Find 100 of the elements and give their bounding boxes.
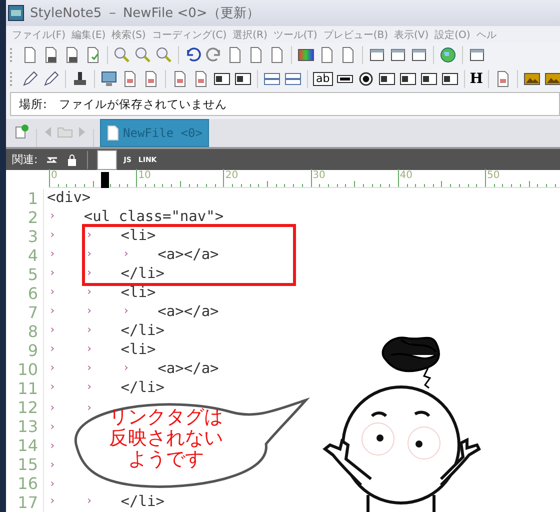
- code-text: <li>: [120, 228, 156, 244]
- tab-marker: ›: [84, 247, 94, 262]
- menu-item[interactable]: ファイル(F): [12, 28, 66, 42]
- speech-text: ようです: [128, 448, 204, 470]
- window-title: StyleNote5 － NewFile <0>（更新）: [30, 5, 260, 22]
- menu-item[interactable]: コーディング(C): [152, 28, 227, 42]
- tab-marker: ›: [48, 266, 57, 282]
- menu-item[interactable]: 検索(S): [112, 28, 146, 42]
- tab-marker: ›: [48, 228, 57, 244]
- line-number: 14: [6, 436, 44, 455]
- pencil-icon[interactable]: [21, 70, 39, 88]
- menu-item[interactable]: 表示(V): [394, 28, 429, 42]
- line-number: 7: [6, 302, 44, 322]
- tab-marker: ›: [84, 342, 94, 358]
- tab-marker: ›: [84, 380, 94, 396]
- tab-marker: ›: [84, 266, 94, 282]
- code-text: <li>: [120, 342, 156, 358]
- search-icon[interactable]: [134, 46, 152, 64]
- tab-marker: ›: [84, 304, 94, 320]
- search-icon[interactable]: [113, 46, 131, 64]
- redo-icon[interactable]: [205, 46, 223, 64]
- tab-marker: ›: [48, 304, 57, 320]
- pencil-icon[interactable]: [42, 70, 60, 88]
- menu-item[interactable]: ツール(T): [273, 28, 318, 42]
- tab-marker: ›: [48, 476, 57, 490]
- code-text: </li>: [120, 266, 164, 282]
- file-tab[interactable]: NewFile <0>: [100, 119, 210, 148]
- code-text: <li>: [120, 285, 156, 302]
- tab-marker: ›: [48, 285, 57, 300]
- menu-item[interactable]: 編集(E): [72, 28, 106, 42]
- location-label: 場所:: [19, 96, 47, 112]
- code-text: <ul class="nav">: [84, 209, 224, 226]
- lock-icon[interactable]: [66, 152, 78, 167]
- line-number: 2: [6, 208, 44, 227]
- search-icon[interactable]: [155, 46, 173, 64]
- tab-marker: ›: [84, 494, 94, 510]
- line-number: 16: [6, 474, 44, 493]
- undo-icon[interactable]: [184, 46, 202, 64]
- code-text: </li>: [120, 494, 164, 510]
- code-text: <a></a>: [158, 361, 219, 378]
- code-text: <a></a>: [158, 304, 219, 320]
- ruler-number: 10: [138, 170, 151, 182]
- cursor-marker: [101, 172, 109, 188]
- line-number: 4: [6, 246, 44, 265]
- line-number: 8: [6, 322, 44, 341]
- code-text: <div>: [47, 190, 91, 206]
- globe-icon[interactable]: [439, 46, 457, 64]
- tab-marker: ›: [84, 400, 94, 414]
- line-number: 1: [6, 188, 44, 208]
- code-text: <a></a>: [158, 247, 219, 264]
- tab-marker: ›: [48, 361, 57, 376]
- tab-marker: ›: [84, 361, 94, 376]
- radio-button-icon[interactable]: [356, 70, 375, 88]
- line-number: 12: [6, 398, 44, 417]
- tab-marker: ›: [48, 494, 57, 510]
- monitor-icon[interactable]: [100, 70, 118, 88]
- related-label: 関連:: [12, 152, 38, 168]
- tab-marker: ›: [48, 247, 57, 262]
- menu-item[interactable]: 設定(O): [434, 28, 470, 42]
- tab-marker: ›: [48, 438, 57, 452]
- tab-marker: ›: [122, 361, 130, 376]
- line-number: 13: [6, 416, 44, 436]
- ruler-number: 20: [225, 170, 238, 182]
- line-number: 11: [6, 378, 44, 398]
- tab-marker: ›: [84, 285, 94, 300]
- line-number: 15: [6, 454, 44, 474]
- line-number: 10: [6, 360, 44, 379]
- tab-marker: ›: [48, 458, 57, 471]
- stamp-icon[interactable]: [71, 70, 89, 88]
- heading-button[interactable]: H: [470, 70, 483, 87]
- text-field-button[interactable]: ab: [313, 72, 333, 86]
- color-swatch[interactable]: [96, 150, 117, 170]
- document-icon: [107, 125, 119, 142]
- speech-text: リンクタグは: [109, 406, 223, 428]
- line-number: 6: [6, 284, 44, 303]
- tab-marker: ›: [84, 228, 94, 244]
- line-number: 9: [6, 340, 44, 360]
- line-number: 17: [6, 492, 44, 512]
- tab-marker: ›: [122, 247, 130, 262]
- code-text: </li>: [120, 323, 164, 340]
- menu-item[interactable]: ヘル: [476, 28, 496, 42]
- tab-marker: ›: [48, 400, 57, 414]
- ruler-number: 0: [51, 170, 58, 182]
- app-icon: [8, 5, 24, 22]
- menu-item[interactable]: プレビュー(B): [323, 28, 388, 42]
- tab-marker: ›: [122, 304, 130, 320]
- ruler-number: 50: [487, 170, 500, 182]
- new-tab-icon[interactable]: [14, 124, 30, 140]
- tab-marker: ›: [48, 420, 57, 433]
- menu-item[interactable]: 選択(R): [232, 28, 268, 42]
- code-text: </li>: [120, 380, 164, 396]
- tab-marker: ›: [48, 323, 57, 338]
- ruler-number: 40: [400, 170, 413, 182]
- tab-marker: ›: [84, 323, 94, 338]
- tab-marker: ›: [48, 209, 57, 224]
- line-number: 5: [6, 264, 44, 284]
- ruler-number: 30: [312, 170, 326, 182]
- tab-marker: ›: [48, 380, 57, 396]
- location-value: ファイルが保存されていません: [58, 96, 227, 112]
- tab-marker: ›: [48, 342, 57, 358]
